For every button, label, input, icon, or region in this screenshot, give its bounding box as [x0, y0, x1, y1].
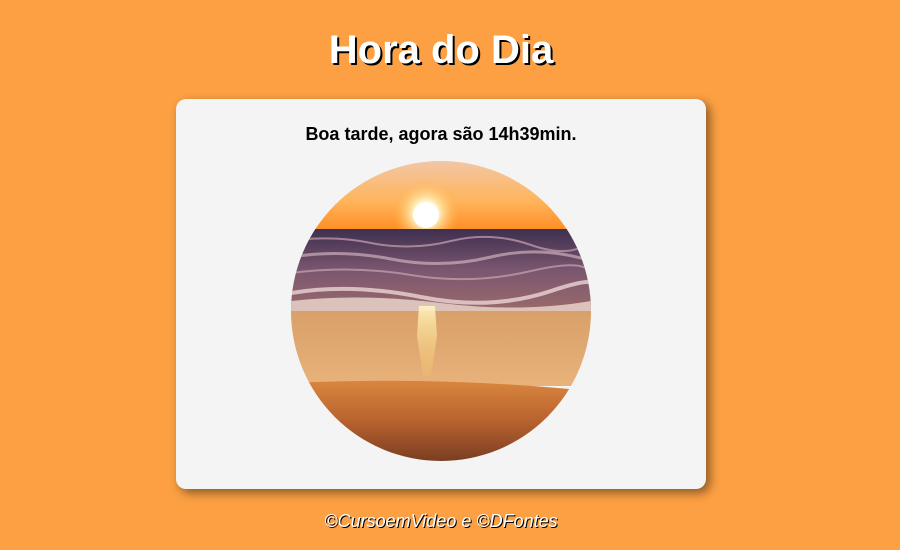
time-card: Boa tarde, agora são 14h39min. — [176, 99, 706, 489]
sunset-beach-photo — [291, 161, 591, 461]
page-title: Hora do Dia — [328, 28, 554, 72]
footer-credits: ©CursoemVideo e ©DFontes — [324, 511, 558, 531]
greeting-message: Boa tarde, agora são 14h39min. — [305, 124, 577, 144]
